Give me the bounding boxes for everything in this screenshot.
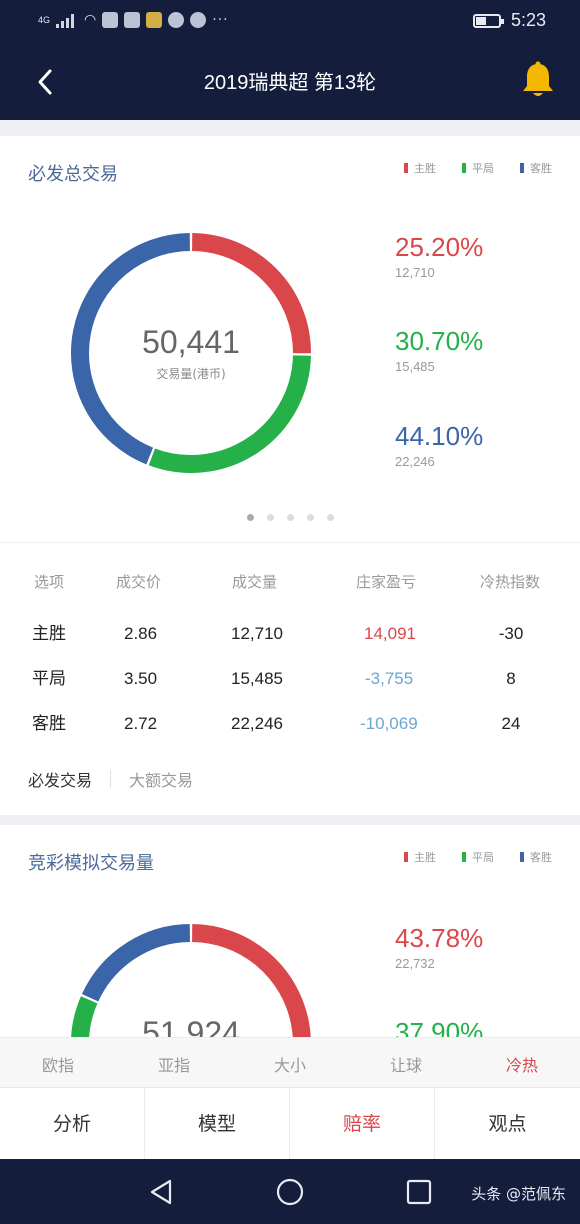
page-title: 2019瑞典超 第13轮	[203, 72, 377, 94]
donut-center: 51,924	[61, 1015, 321, 1037]
trade-subtabs: 必发交易 大额交易	[28, 767, 193, 791]
legend-away: 客胜	[520, 160, 552, 176]
page-dot[interactable]	[266, 514, 274, 521]
total-volume: 51,924	[142, 1015, 240, 1037]
tab-euro-odds[interactable]: 欧指	[0, 1038, 116, 1094]
betfair-total-card: 必发总交易 主胜 平局 客胜 50,441 交易量(港币) 25.20% 12,…	[0, 136, 580, 542]
table-row: 主胜 2.86 12,710 14,091 -30	[32, 624, 524, 644]
baidu-icon	[124, 12, 141, 28]
page-dot[interactable]	[246, 514, 254, 521]
tab-handicap[interactable]: 让球	[348, 1038, 464, 1094]
network-label: 4G	[38, 15, 51, 25]
subtab-betfair-trade[interactable]: 必发交易	[28, 767, 92, 791]
header-volume: 成交量	[232, 573, 278, 591]
subtab-divider	[110, 770, 112, 788]
tab-odds[interactable]: 赔率	[290, 1088, 435, 1160]
battery-icon	[472, 13, 504, 28]
legend-away: 客胜	[520, 849, 552, 865]
bell-icon[interactable]	[520, 60, 556, 100]
tab-opinion[interactable]: 观点	[435, 1088, 580, 1160]
tab-hot-cold[interactable]: 冷热	[464, 1038, 580, 1094]
header-price: 成交价	[116, 573, 162, 591]
legend: 主胜 平局 客胜	[404, 160, 552, 176]
message-icon	[190, 12, 207, 28]
page-dot[interactable]	[306, 514, 314, 521]
stat-away: 44.10% 22,246	[395, 421, 484, 469]
subtab-large-trade[interactable]: 大额交易	[129, 767, 193, 791]
stat-home: 43.78% 22,732	[395, 923, 484, 971]
news-icon	[168, 12, 185, 28]
clock: 5:23	[510, 10, 546, 30]
top-nav-bar: 2019瑞典超 第13轮	[0, 44, 580, 120]
tab-model[interactable]: 模型	[145, 1088, 290, 1160]
stat-draw: 37.90%	[395, 1017, 484, 1037]
table-row: 客胜 2.72 22,246 -10,069 24	[32, 714, 521, 734]
status-bar: 4G ◠ ··· 5:23	[0, 0, 580, 44]
home-circle-icon[interactable]	[275, 1177, 305, 1207]
donut-segment-away	[81, 924, 191, 1002]
page-indicator[interactable]	[0, 514, 580, 521]
legend-draw: 平局	[462, 160, 494, 176]
tab-analysis[interactable]: 分析	[0, 1088, 145, 1160]
app-screen: 4G ◠ ··· 5:23 2019瑞典超 第13轮 必发总交易 主胜 平局 客…	[0, 0, 580, 1224]
status-icons: 4G ◠ ···	[38, 12, 229, 28]
legend-home: 主胜	[404, 160, 436, 176]
donut-center: 50,441 交易量(港币)	[61, 324, 321, 382]
app-notification-icon	[102, 12, 119, 28]
header-pnl: 庄家盈亏	[356, 573, 417, 591]
main-tabs: 分析 模型 赔率 观点	[0, 1087, 580, 1160]
legend-draw: 平局	[462, 849, 494, 865]
total-volume-label: 交易量(港币)	[156, 367, 226, 381]
total-volume: 50,441	[142, 324, 240, 360]
back-triangle-icon[interactable]	[146, 1177, 176, 1207]
status-right: 5:23	[472, 10, 546, 31]
page-dot[interactable]	[286, 514, 294, 521]
legend: 主胜 平局 客胜	[404, 849, 552, 865]
market-tabs: 欧指 亚指 大小 让球 冷热	[0, 1037, 580, 1087]
wifi-icon: ◠	[84, 12, 97, 28]
system-nav-bar: 头条 @范佩东	[0, 1159, 580, 1224]
tab-asian-handicap[interactable]: 亚指	[116, 1038, 232, 1094]
table-row: 平局 3.50 15,485 -3,755 8	[32, 669, 516, 689]
lottery-sim-card: 竞彩模拟交易量 主胜 平局 客胜 51,924 43.78% 22,732 37…	[0, 825, 580, 1037]
table-header: 选项 成交价 成交量 庄家盈亏 冷热指数	[0, 567, 580, 597]
page-dot[interactable]	[326, 514, 334, 521]
recents-square-icon[interactable]	[404, 1177, 434, 1207]
header-index: 冷热指数	[480, 573, 541, 591]
tab-over-under[interactable]: 大小	[232, 1038, 348, 1094]
legend-home: 主胜	[404, 849, 436, 865]
weibo-icon	[146, 12, 163, 28]
header-option: 选项	[34, 573, 65, 591]
card-title: 竞彩模拟交易量	[28, 853, 154, 874]
watermark: 头条 @范佩东	[471, 1185, 566, 1203]
card-title: 必发总交易	[28, 164, 118, 185]
more-notifications-icon: ···	[212, 12, 229, 28]
trade-table-card: 选项 成交价 成交量 庄家盈亏 冷热指数 主胜 2.86 12,710 14,0…	[0, 543, 580, 815]
stat-home: 25.20% 12,710	[395, 232, 484, 280]
stat-draw: 30.70% 15,485	[395, 326, 484, 374]
signal-icon	[56, 12, 78, 28]
